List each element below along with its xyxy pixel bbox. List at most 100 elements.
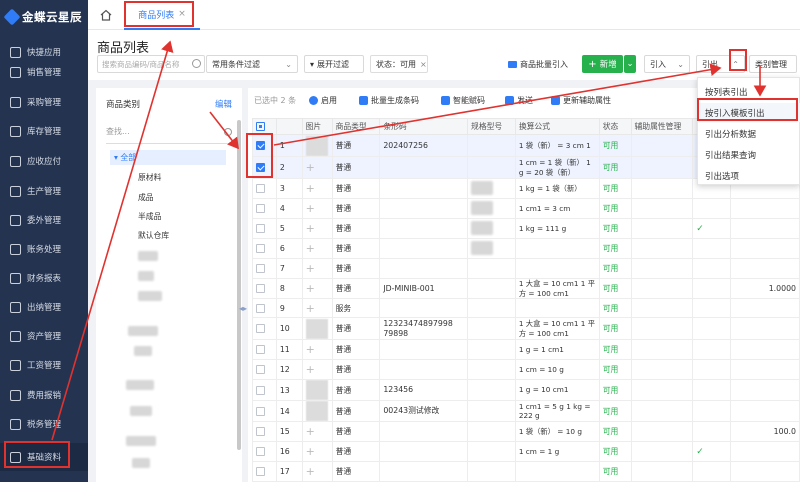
row-checkbox-cell[interactable] bbox=[252, 278, 277, 299]
table-row[interactable]: 9 + 服务 可用 bbox=[252, 298, 800, 318]
image-cell[interactable]: + bbox=[301, 298, 333, 318]
add-image-icon[interactable]: + bbox=[306, 202, 315, 215]
send-button[interactable]: 发送 bbox=[505, 92, 533, 108]
column-header[interactable] bbox=[252, 118, 277, 135]
add-button[interactable]: + 新增 bbox=[582, 55, 623, 73]
table-row[interactable]: 4 + 普通 1 cm1 = 3 cm 可用 bbox=[252, 198, 800, 219]
table-row[interactable]: 17 + 普通 可用 bbox=[252, 461, 800, 482]
sidebar-item-11[interactable]: 资产管理 bbox=[0, 322, 88, 350]
column-header[interactable]: 换算公式 bbox=[514, 118, 600, 135]
image-cell[interactable]: + bbox=[301, 441, 333, 462]
row-checkbox[interactable] bbox=[256, 345, 265, 355]
search-input[interactable]: 搜索商品编码/商品名称 bbox=[97, 55, 205, 73]
row-checkbox[interactable] bbox=[256, 406, 265, 416]
table-row[interactable]: 5 + 普通 1 kg = 111 g 可用 ✓ bbox=[252, 218, 800, 239]
row-checkbox[interactable] bbox=[256, 365, 265, 375]
row-checkbox-cell[interactable] bbox=[252, 198, 277, 219]
category-manage-button[interactable]: 类别管理 bbox=[749, 55, 797, 73]
add-image-icon[interactable]: + bbox=[306, 445, 315, 458]
sidebar-item-13[interactable]: 费用报销 bbox=[0, 381, 88, 409]
column-header[interactable] bbox=[275, 118, 303, 135]
add-image-icon[interactable]: + bbox=[306, 262, 315, 275]
row-checkbox-cell[interactable] bbox=[252, 317, 277, 340]
image-cell[interactable]: + bbox=[301, 218, 333, 239]
table-row[interactable]: 10 普通 12323474897998 79898 1 大盒 = 10 cm1 1 … bbox=[252, 317, 800, 340]
export-menu-item[interactable]: 引出选项 bbox=[698, 166, 800, 185]
sidebar-item-4[interactable]: 库存管理 bbox=[0, 117, 88, 145]
image-cell[interactable]: + bbox=[301, 156, 333, 179]
row-checkbox[interactable] bbox=[256, 264, 265, 274]
image-cell[interactable]: + bbox=[301, 421, 333, 442]
row-checkbox-cell[interactable] bbox=[252, 218, 277, 239]
panel-scrollbar[interactable] bbox=[237, 120, 241, 450]
row-checkbox-cell[interactable] bbox=[252, 421, 277, 442]
table-row[interactable]: 16 + 普通 1 cm = 1 g 可用 ✓ bbox=[252, 441, 800, 462]
table-row[interactable]: 12 + 普通 1 cm = 10 g 可用 bbox=[252, 359, 800, 380]
tab-product-list[interactable]: 商品列表 × bbox=[124, 0, 200, 30]
row-checkbox-cell[interactable] bbox=[252, 400, 277, 422]
add-image-icon[interactable]: + bbox=[306, 182, 315, 195]
export-button[interactable]: 引出 ⌃ bbox=[696, 55, 745, 73]
tree-node-default-warehouse[interactable]: 默认仓库 bbox=[138, 230, 169, 241]
row-checkbox[interactable] bbox=[256, 303, 265, 313]
table-row[interactable]: 7 + 普通 可用 bbox=[252, 258, 800, 279]
smart-code-button[interactable]: 智能赋码 bbox=[441, 92, 485, 108]
row-checkbox[interactable] bbox=[256, 204, 265, 214]
add-image-icon[interactable]: + bbox=[306, 425, 315, 438]
table-row[interactable]: 15 + 普通 1 袋（新） = 10 g 可用 100.0 bbox=[252, 421, 800, 442]
export-menu-item[interactable]: 引出分析数据 bbox=[698, 124, 800, 143]
image-cell[interactable]: + bbox=[301, 178, 333, 199]
add-dropdown-button[interactable]: ⌄ bbox=[624, 55, 636, 73]
sidebar-item-5[interactable]: 应收应付 bbox=[0, 147, 88, 175]
image-cell[interactable]: + bbox=[301, 339, 333, 360]
row-checkbox-cell[interactable] bbox=[252, 339, 277, 360]
column-header[interactable]: 辅助属性管理 bbox=[630, 118, 694, 135]
chevron-up-icon[interactable]: ⌃ bbox=[732, 60, 739, 69]
table-row[interactable]: 14 普通 00243测试修改 1 cm1 = 5 g 1 kg = 222 g 可用 bbox=[252, 400, 800, 422]
sidebar-item-2[interactable]: 销售管理 bbox=[0, 58, 88, 86]
row-checkbox[interactable] bbox=[256, 324, 265, 334]
image-cell[interactable]: + bbox=[301, 461, 333, 482]
tree-node-raw-material[interactable]: 原材料 bbox=[138, 172, 161, 183]
row-checkbox[interactable] bbox=[256, 385, 265, 395]
product-image[interactable] bbox=[305, 135, 328, 156]
column-header[interactable]: 状态 bbox=[598, 118, 632, 135]
sidebar-item-15[interactable]: 基础资料 bbox=[0, 443, 88, 471]
export-menu-item[interactable]: 引出结果查询 bbox=[698, 145, 800, 164]
status-filter-tag[interactable]: 状态：可用 × bbox=[370, 55, 428, 73]
row-checkbox-cell[interactable] bbox=[252, 379, 277, 401]
image-cell[interactable] bbox=[301, 400, 333, 422]
row-checkbox[interactable] bbox=[256, 284, 265, 294]
select-all-checkbox[interactable] bbox=[256, 122, 265, 132]
sidebar-item-7[interactable]: 委外管理 bbox=[0, 206, 88, 234]
column-header[interactable]: 图片 bbox=[301, 118, 333, 135]
add-image-icon[interactable]: + bbox=[306, 363, 315, 376]
expand-filter-button[interactable]: ▾ 展开过滤 bbox=[304, 55, 364, 73]
export-menu-item[interactable]: 按列表引出 bbox=[698, 82, 800, 101]
table-row[interactable]: 13 普通 123456 1 g = 10 cm1 可用 bbox=[252, 379, 800, 401]
image-cell[interactable] bbox=[301, 317, 333, 340]
update-attr-button[interactable]: 更新辅助属性 bbox=[551, 92, 611, 108]
product-image[interactable] bbox=[305, 401, 328, 421]
sidebar-item-14[interactable]: 税务管理 bbox=[0, 410, 88, 438]
row-checkbox-cell[interactable] bbox=[252, 298, 277, 318]
import-button[interactable]: 引入 ⌄ bbox=[644, 55, 690, 73]
table-row[interactable]: 11 + 普通 1 g = 1 cm1 可用 bbox=[252, 339, 800, 360]
row-checkbox[interactable] bbox=[256, 141, 265, 151]
row-checkbox[interactable] bbox=[256, 467, 265, 477]
sidebar-item-8[interactable]: 账务处理 bbox=[0, 235, 88, 263]
row-checkbox-cell[interactable] bbox=[252, 178, 277, 199]
column-header[interactable]: 商品类型 bbox=[331, 118, 381, 135]
category-edit-link[interactable]: 编辑 bbox=[215, 98, 232, 110]
add-image-icon[interactable]: + bbox=[306, 343, 315, 356]
image-cell[interactable]: + bbox=[301, 198, 333, 219]
column-header[interactable]: 条形码 bbox=[379, 118, 469, 135]
row-checkbox[interactable] bbox=[256, 427, 265, 437]
gen-barcode-button[interactable]: 批量生成条码 bbox=[359, 92, 419, 108]
home-icon[interactable] bbox=[100, 9, 112, 21]
collapse-handle-icon[interactable]: ◂▸ bbox=[239, 304, 247, 313]
column-header[interactable]: 规格型号 bbox=[467, 118, 516, 135]
product-image[interactable] bbox=[305, 380, 328, 400]
sidebar-item-10[interactable]: 出纳管理 bbox=[0, 293, 88, 321]
image-cell[interactable]: + bbox=[301, 258, 333, 279]
